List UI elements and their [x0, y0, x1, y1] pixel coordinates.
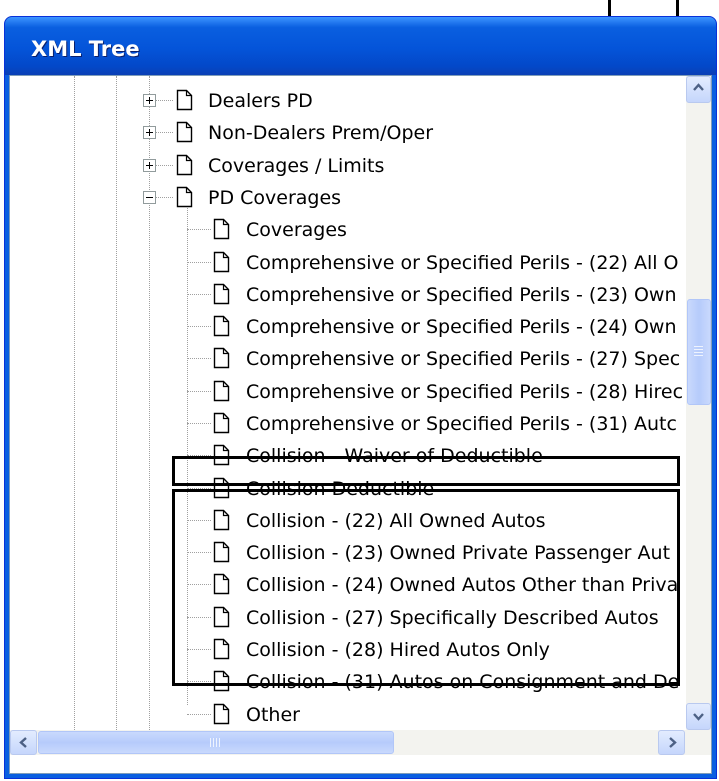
arrow-right-icon [666, 736, 679, 753]
arrow-up-icon [692, 81, 705, 98]
document-icon [213, 218, 230, 240]
document-icon [213, 380, 230, 402]
tree-node[interactable]: Other [10, 700, 686, 730]
expand-icon[interactable] [143, 126, 156, 139]
tree-node[interactable]: Comprehensive or Specified Perils - (24)… [10, 312, 686, 342]
highlight-box-collision-deductible [172, 456, 680, 486]
tree-connector [187, 262, 211, 263]
tree-connector [187, 358, 211, 359]
tree-node-label: Comprehensive or Specified Perils - (31)… [246, 413, 677, 435]
tree-connector [187, 229, 211, 230]
tree-node-label: Comprehensive or Specified Perils - (28)… [246, 381, 684, 403]
horizontal-scroll-thumb[interactable] [38, 731, 394, 754]
expand-icon[interactable] [143, 94, 156, 107]
document-icon [176, 186, 193, 208]
highlight-box-collision-group [172, 489, 680, 686]
tree-node-label: Comprehensive or Specified Perils - (23)… [246, 284, 677, 306]
scrollbar-corner [686, 730, 711, 755]
tree-node-label: Dealers PD [208, 90, 313, 112]
collapse-icon[interactable] [143, 191, 156, 204]
tree-node-label: PD Coverages [208, 187, 342, 209]
horizontal-scrollbar[interactable] [10, 730, 686, 755]
tree-node[interactable]: Comprehensive or Specified Perils - (23)… [10, 280, 686, 310]
tree-node-label: Comprehensive or Specified Perils - (24)… [246, 316, 677, 338]
tree-connector [187, 326, 211, 327]
document-icon [213, 315, 230, 337]
scroll-up-button[interactable] [686, 76, 711, 103]
document-icon [213, 703, 230, 725]
tree-node[interactable]: Comprehensive or Specified Perils - (22)… [10, 248, 686, 278]
scroll-right-button[interactable] [658, 730, 685, 755]
document-icon [213, 347, 230, 369]
arrow-left-icon [17, 736, 30, 753]
document-icon [176, 154, 193, 176]
window-title: XML Tree [31, 37, 140, 61]
tree-connector [187, 294, 211, 295]
tree-node-label: Coverages / Limits [208, 155, 385, 177]
tree-node[interactable]: Comprehensive or Specified Perils - (31)… [10, 409, 686, 439]
tree-node[interactable]: Non-Dealers Prem/Oper [10, 118, 686, 148]
expand-icon[interactable] [143, 159, 156, 172]
tree-node[interactable]: Comprehensive or Specified Perils - (28)… [10, 377, 686, 407]
document-icon [213, 251, 230, 273]
document-icon [176, 121, 193, 143]
document-icon [213, 283, 230, 305]
tree-node[interactable]: Dealers PD [10, 86, 686, 116]
scroll-down-button[interactable] [686, 703, 711, 730]
tree-node[interactable]: Coverages / Limits [10, 151, 686, 181]
vertical-scrollbar[interactable] [686, 76, 711, 730]
tree-node[interactable]: Comprehensive or Specified Perils - (27)… [10, 344, 686, 374]
tree-node-label: Non-Dealers Prem/Oper [208, 122, 434, 144]
vertical-scroll-thumb[interactable] [687, 299, 711, 405]
tree-node-label: Coverages [246, 219, 347, 241]
scroll-left-button[interactable] [10, 730, 37, 755]
tree-node[interactable]: PD Coverages [10, 183, 686, 213]
title-bar[interactable]: XML Tree [5, 17, 716, 75]
arrow-down-icon [692, 710, 705, 727]
tree-node-label: Comprehensive or Specified Perils - (27)… [246, 348, 681, 370]
document-icon [213, 412, 230, 434]
tree-connector [187, 391, 211, 392]
tree-node-label: Other [246, 704, 300, 726]
tree-connector [187, 714, 211, 715]
tree-node-label: Comprehensive or Specified Perils - (22)… [246, 252, 679, 274]
tree-node[interactable]: Coverages [10, 215, 686, 245]
document-icon [176, 89, 193, 111]
tree-connector [187, 423, 211, 424]
